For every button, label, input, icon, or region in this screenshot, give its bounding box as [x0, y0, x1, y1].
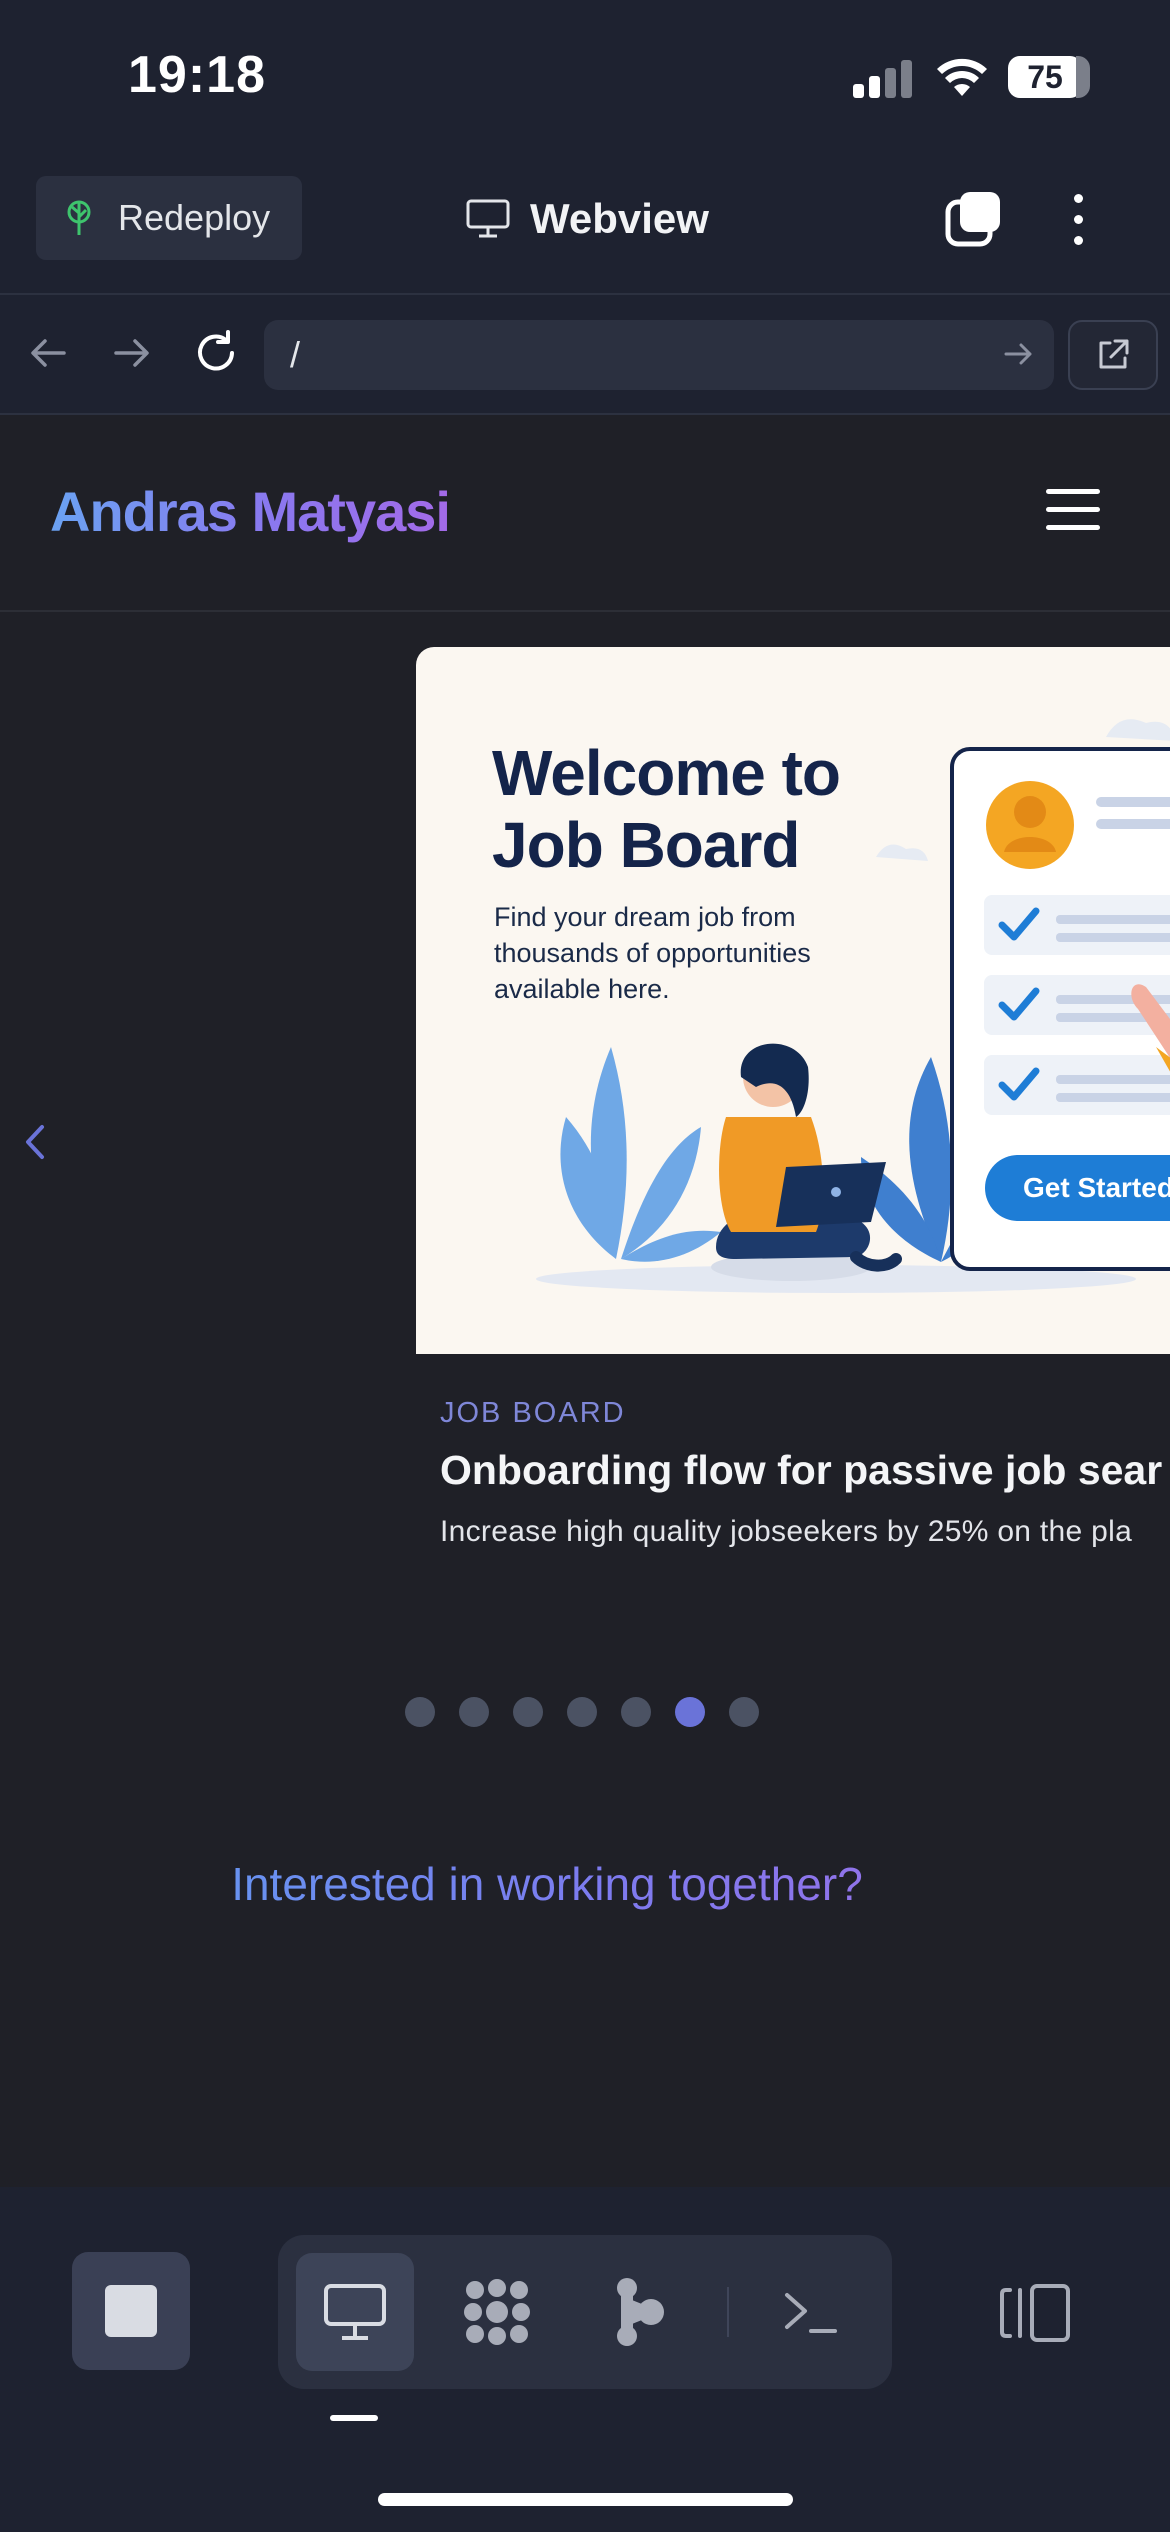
molecule-grid-icon: [464, 2279, 530, 2345]
redeploy-button[interactable]: Redeploy: [36, 176, 302, 260]
more-options-icon[interactable]: [1064, 190, 1094, 250]
url-text: /: [290, 334, 301, 375]
webview-title: Webview: [466, 195, 709, 243]
carousel-dot[interactable]: [459, 1697, 489, 1727]
hero-subtitle: Find your dream job from thousands of op…: [494, 902, 811, 1004]
project-title: Onboarding flow for passive job sear: [440, 1447, 1163, 1493]
carousel-dot[interactable]: [675, 1697, 705, 1727]
project-description: Increase high quality jobseekers by 25% …: [440, 1515, 1133, 1548]
terminal-icon: [785, 2293, 837, 2333]
stop-icon: [105, 2285, 157, 2337]
home-indicator: [378, 2493, 793, 2506]
hero-title-line1: Welcome to: [492, 737, 841, 809]
cellular-signal-icon: [853, 58, 913, 98]
redeploy-label: Redeploy: [118, 197, 271, 238]
deploy-tree-icon: [67, 200, 91, 235]
site-header: Andras Matyasi: [0, 417, 1170, 612]
stop-button[interactable]: [72, 2252, 190, 2370]
split-layout-icon[interactable]: [1000, 2282, 1072, 2344]
project-tag: JOB BOARD: [440, 1397, 626, 1429]
url-bar: /: [0, 295, 1170, 415]
contact-cta-link[interactable]: Interested in working together?: [0, 1857, 1094, 1911]
webview-tab[interactable]: [296, 2253, 414, 2371]
hamburger-menu-icon[interactable]: [1046, 489, 1100, 531]
webview-content: Andras Matyasi Welcome to Job Board Find…: [0, 417, 1170, 2187]
back-arrow-icon[interactable]: [20, 325, 76, 381]
status-time: 19:18: [128, 46, 266, 104]
carousel-dots: [405, 1697, 783, 1727]
project-image: Welcome to Job Board Find your dream job…: [416, 647, 1170, 1354]
terminal-tab[interactable]: [752, 2253, 870, 2371]
app-header: Redeploy Webview: [0, 150, 1170, 295]
tabs-icon[interactable]: [944, 190, 1004, 248]
active-tab-indicator: [330, 2415, 378, 2421]
webview-title-label: Webview: [530, 195, 709, 242]
battery-icon: 75: [1008, 56, 1090, 98]
status-bar: 19:18 75: [0, 0, 1170, 150]
carousel-dot[interactable]: [729, 1697, 759, 1727]
branch-icon: [617, 2278, 664, 2346]
toolbar-divider: [727, 2287, 729, 2337]
forward-arrow-icon[interactable]: [104, 325, 160, 381]
hero-title: Welcome to Job Board: [492, 737, 841, 881]
external-link-icon: [1099, 339, 1129, 369]
site-brand[interactable]: Andras Matyasi: [50, 479, 451, 544]
carousel-dot[interactable]: [621, 1697, 651, 1727]
bottom-toolbar: [0, 2187, 1170, 2532]
url-input[interactable]: /: [264, 320, 1054, 390]
agent-tab[interactable]: [438, 2253, 556, 2371]
wifi-icon: [937, 58, 987, 96]
carousel-prev-icon[interactable]: [20, 1117, 50, 1167]
monitor-icon: [324, 2284, 386, 2340]
view-switcher: [278, 2235, 892, 2389]
battery-level: 75: [1008, 56, 1082, 98]
go-arrow-icon[interactable]: [1004, 337, 1034, 371]
carousel-dot[interactable]: [513, 1697, 543, 1727]
git-tab[interactable]: [580, 2253, 698, 2371]
monitor-icon: [466, 199, 510, 238]
open-external-button[interactable]: [1068, 320, 1158, 390]
hero-title-line2: Job Board: [492, 809, 800, 881]
carousel-dot[interactable]: [405, 1697, 435, 1727]
carousel-dot[interactable]: [567, 1697, 597, 1727]
project-card[interactable]: Welcome to Job Board Find your dream job…: [416, 647, 1170, 1587]
reload-icon[interactable]: [188, 325, 244, 381]
get-started-button: Get Started: [985, 1155, 1170, 1221]
